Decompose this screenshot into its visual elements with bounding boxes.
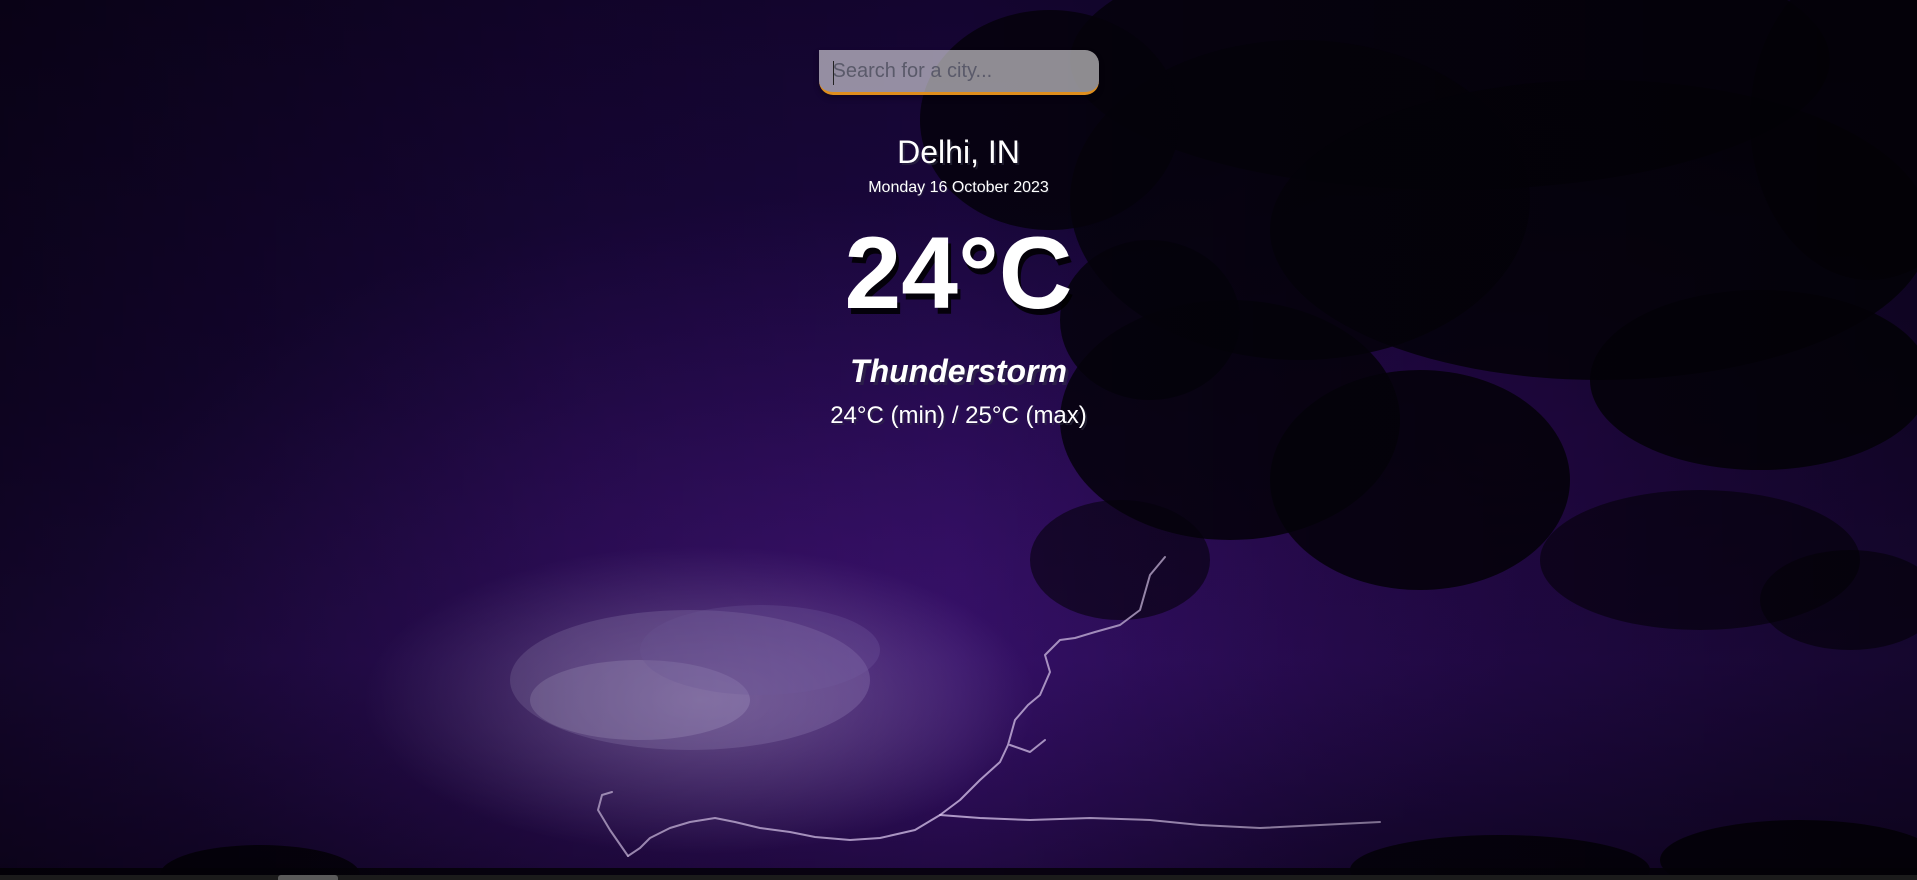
search-input[interactable] [818, 50, 1099, 95]
horizontal-scrollbar[interactable] [0, 875, 1917, 880]
text-cursor [832, 61, 834, 85]
weather-condition: Thunderstorm [850, 353, 1067, 390]
location-city: Delhi, IN [897, 134, 1020, 170]
weather-app: Delhi, IN Monday 16 October 2023 24°C Th… [0, 0, 1917, 430]
scrollbar-thumb[interactable] [278, 875, 338, 880]
search-box[interactable] [818, 50, 1099, 95]
location-date: Monday 16 October 2023 [868, 179, 1049, 196]
temperature-range: 24°C (min) / 25°C (max) [830, 402, 1087, 430]
current-temperature: 24°C [844, 216, 1073, 330]
